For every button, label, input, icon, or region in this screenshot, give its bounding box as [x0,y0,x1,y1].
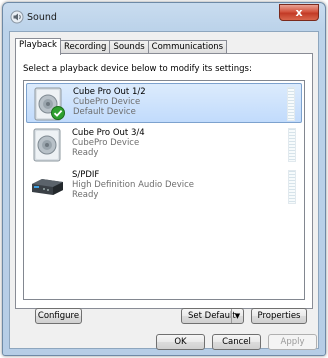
tab-sounds[interactable]: Sounds [109,40,149,54]
device-item-cube-pro-out-3-4[interactable]: Cube Pro Out 3/4 CubePro Device Ready [26,125,302,165]
sound-speaker-icon [10,10,24,24]
apply-label: Apply [280,337,305,347]
apply-button[interactable]: Apply [268,334,317,350]
dropdown-arrow-icon[interactable]: ▼ [231,309,243,323]
ok-button[interactable]: OK [156,334,205,350]
cancel-button[interactable]: Cancel [212,334,261,350]
ok-label: OK [174,337,187,347]
instruction-text: Select a playback device below to modify… [23,64,252,74]
dialog-client-area: Playback Recording Sounds Communications… [9,31,319,349]
device-type: High Definition Audio Device [72,180,195,190]
speaker-icon [33,128,61,162]
spdif-device-icon [32,179,63,195]
level-meter [288,128,296,162]
device-item-cube-pro-out-1-2[interactable]: Cube Pro Out 1/2 CubePro Device Default … [26,83,302,123]
device-type: CubePro Device [72,138,140,148]
properties-button[interactable]: Properties [251,308,307,324]
device-item-spdif[interactable]: S/PDIF High Definition Audio Device Read… [26,167,302,207]
set-default-label: Set Default [188,311,236,321]
level-meter [288,170,296,204]
window-title: Sound [27,12,57,23]
device-list[interactable]: Cube Pro Out 1/2 CubePro Device Default … [23,80,305,300]
device-name: S/PDIF [72,170,100,180]
device-name: Cube Pro Out 3/4 [72,128,145,138]
tab-playback[interactable]: Playback [15,38,61,55]
properties-label: Properties [257,311,301,321]
sound-dialog: Sound x Playback Recording Sounds Commun… [2,2,326,356]
close-button[interactable]: x [279,4,319,21]
title-bar[interactable]: Sound x [3,3,325,31]
configure-button[interactable]: Configure [35,308,82,324]
device-name: Cube Pro Out 1/2 [73,87,146,97]
device-status: Default Device [73,107,136,117]
tab-communications[interactable]: Communications [147,40,228,54]
cancel-label: Cancel [222,337,251,347]
device-status: Ready [72,190,99,200]
device-type: CubePro Device [73,97,141,107]
configure-label: Configure [37,311,80,321]
playback-panel: Select a playback device below to modify… [15,53,313,309]
tab-strip: Playback Recording Sounds Communications [15,38,228,55]
set-default-button[interactable]: Set Default ▼ [181,308,244,324]
close-icon: x [295,6,303,19]
level-meter [287,87,295,121]
checkmark-icon [51,106,65,120]
device-status: Ready [72,148,99,158]
tab-recording[interactable]: Recording [59,40,111,54]
